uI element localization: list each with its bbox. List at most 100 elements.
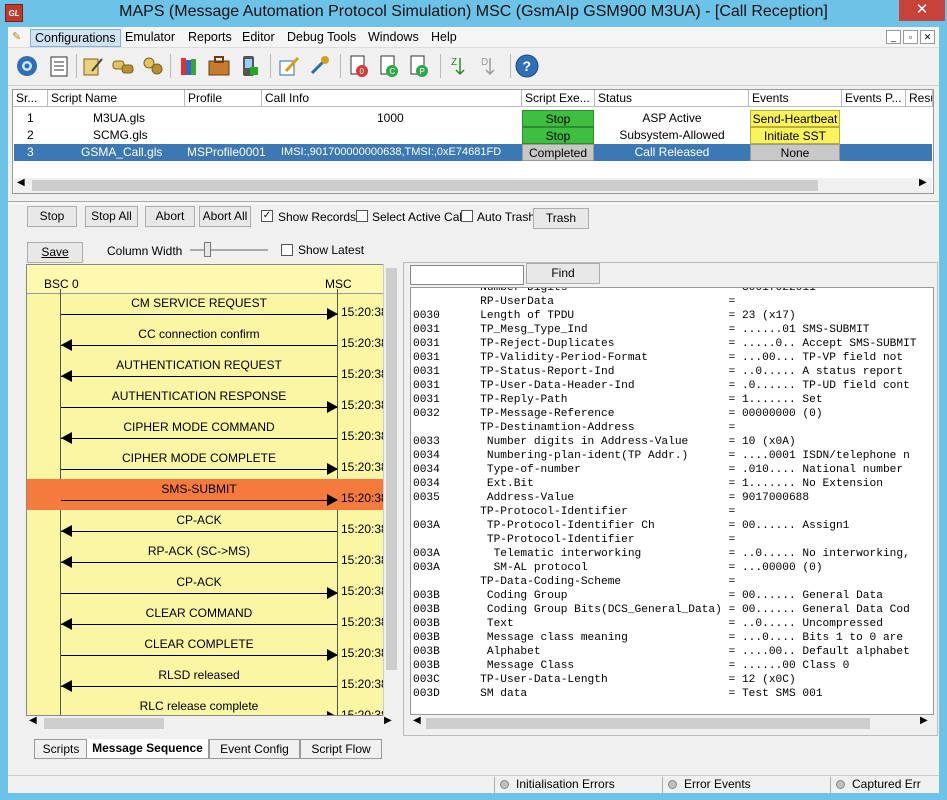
- window-close-button[interactable]: ✕: [899, 0, 945, 21]
- sequence-message-row[interactable]: RP-ACK (SC->MS) 15:20:38.: [27, 541, 391, 572]
- sequence-message-row[interactable]: SMS-SUBMIT 15:20:38.: [27, 479, 391, 510]
- tab-message-sequence[interactable]: Message Sequence: [86, 739, 209, 759]
- status-error-events[interactable]: Error Events: [662, 777, 822, 793]
- mdi-close-button[interactable]: ✕: [920, 30, 935, 44]
- show-latest-checkbox[interactable]: [281, 244, 293, 256]
- show-records-checkbox[interactable]: ✓: [261, 210, 273, 222]
- stop-button[interactable]: Stop: [27, 206, 77, 227]
- notebook-icon[interactable]: [46, 53, 72, 79]
- trash-button[interactable]: Trash: [533, 208, 589, 229]
- find-button[interactable]: Find: [526, 263, 600, 284]
- scroll-left-icon[interactable]: ◀: [17, 177, 25, 188]
- link-icon[interactable]: [110, 53, 136, 79]
- menu-debug-tools[interactable]: Debug Tools: [283, 29, 360, 47]
- briefcase-icon[interactable]: [206, 53, 232, 79]
- abort-all-button[interactable]: Abort All: [199, 206, 251, 227]
- script-edit-icon[interactable]: [80, 53, 106, 79]
- books-icon[interactable]: [176, 53, 202, 79]
- grid-scroll-thumb[interactable]: [32, 180, 818, 191]
- row-2-stop-button[interactable]: Stop: [522, 127, 594, 144]
- stop-all-button[interactable]: Stop All: [85, 206, 138, 227]
- message-line: [61, 593, 337, 594]
- tab-event-config[interactable]: Event Config: [209, 739, 300, 759]
- sequence-message-row[interactable]: CP-ACK 15:20:38.: [27, 572, 391, 603]
- row-3-event-button[interactable]: None: [750, 144, 840, 161]
- sequence-message-row[interactable]: CIPHER MODE COMPLETE 15:20:38.: [27, 448, 391, 479]
- decode-line: 0031 TP_Mesg_Type_Ind = ......01 SMS-SUB…: [413, 324, 870, 336]
- sequence-scroll-thumb[interactable]: [386, 268, 397, 670]
- sequence-horizontal-scrollbar[interactable]: ◀ ▶: [26, 715, 398, 731]
- seq-scroll-left-icon[interactable]: ◀: [29, 715, 37, 726]
- status-initialisation-errors[interactable]: Initialisation Errors: [494, 777, 656, 793]
- row-2-event-button[interactable]: Initiate SST: [750, 127, 840, 144]
- col-header-events-p[interactable]: Events P...: [842, 90, 906, 107]
- row-1-stop-button[interactable]: Stop: [522, 110, 594, 127]
- menu-configurations[interactable]: Configurations: [30, 29, 121, 47]
- column-width-slider-track[interactable]: [190, 249, 268, 251]
- mdi-minimize-button[interactable]: _: [886, 30, 901, 44]
- tab-script-flow[interactable]: Script Flow: [300, 739, 382, 759]
- decode-line: TP-Protocol-Identifier =: [413, 534, 742, 546]
- sequence-message-row[interactable]: CC connection confirm 15:20:38.: [27, 324, 391, 355]
- menu-reports[interactable]: Reports: [184, 29, 236, 47]
- save-button[interactable]: Save: [27, 242, 83, 263]
- sequence-message-row[interactable]: CIPHER MODE COMMAND 15:20:38.: [27, 417, 391, 448]
- scroll-right-icon[interactable]: ▶: [919, 177, 927, 188]
- col-header-events[interactable]: Events: [749, 90, 842, 107]
- menu-windows[interactable]: Windows: [364, 29, 423, 47]
- seq-scroll-right-icon[interactable]: ▶: [384, 715, 392, 726]
- col-header-profile[interactable]: Profile: [185, 90, 262, 107]
- select-active-call-checkbox[interactable]: [356, 210, 368, 222]
- message-label: RP-ACK (SC->MS): [147, 544, 251, 558]
- sequence-message-row[interactable]: CP-ACK 15:20:38.: [27, 510, 391, 541]
- col-header-script-name[interactable]: Script Name: [48, 90, 185, 107]
- decode-scroll-left-icon[interactable]: ◀: [413, 715, 421, 726]
- column-width-slider-thumb[interactable]: [204, 242, 211, 257]
- row-2-script[interactable]: SCMG.gls: [93, 127, 148, 144]
- abort-button[interactable]: Abort: [145, 206, 195, 227]
- row-1-script[interactable]: M3UA.gls: [93, 110, 145, 127]
- grid-horizontal-scrollbar[interactable]: ◀ ▶: [14, 177, 932, 193]
- row-3-script[interactable]: GSMA_Call.gls: [81, 144, 162, 161]
- menu-editor[interactable]: Editor: [238, 29, 279, 47]
- col-header-status[interactable]: Status: [595, 90, 749, 107]
- col-header-result[interactable]: Resu: [906, 90, 933, 107]
- tab-scripts[interactable]: Scripts: [34, 739, 88, 759]
- status-captured-errors[interactable]: Captured Err: [830, 777, 939, 793]
- menu-help[interactable]: Help: [427, 29, 461, 47]
- stop-script-icon[interactable]: 0: [346, 53, 372, 79]
- col-header-script-exe[interactable]: Script Exe...: [522, 90, 595, 107]
- find-input[interactable]: [410, 265, 524, 285]
- debug-tool-icon[interactable]: [306, 53, 332, 79]
- sequence-message-row[interactable]: RLSD released 15:20:38.: [27, 665, 391, 696]
- seq-hscroll-thumb[interactable]: [44, 718, 164, 729]
- sequence-message-row[interactable]: CM SERVICE REQUEST 15:20:38: [27, 293, 388, 324]
- configuration-gear-icon[interactable]: [14, 53, 40, 79]
- sequence-vertical-scrollbar[interactable]: [383, 264, 399, 716]
- splitter[interactable]: [8, 201, 939, 204]
- row-1-event-button[interactable]: Send-Heartbeat: [750, 110, 840, 127]
- window-title: MAPS (Message Automation Protocol Simula…: [119, 3, 828, 20]
- help-icon[interactable]: ?: [514, 53, 540, 79]
- sort-disabled-icon[interactable]: D: [476, 53, 502, 79]
- sequence-message-row[interactable]: RLC release complete 15:20:38: [27, 696, 388, 715]
- sequence-message-row[interactable]: CLEAR COMPLETE 15:20:38.: [27, 634, 391, 665]
- sequence-message-row[interactable]: CLEAR COMMAND 15:20:38.: [27, 603, 391, 634]
- col-header-call-info[interactable]: Call Info: [262, 90, 522, 107]
- decode-hscroll-thumb[interactable]: [426, 718, 870, 729]
- phone-lock-icon[interactable]: [236, 53, 262, 79]
- edit-pen-icon[interactable]: [276, 53, 302, 79]
- chain-icon[interactable]: [140, 53, 166, 79]
- mdi-restore-button[interactable]: ▫: [903, 30, 918, 44]
- menu-emulator[interactable]: Emulator: [121, 29, 179, 47]
- row-3-exe-status[interactable]: Completed: [522, 144, 594, 161]
- continue-script-icon[interactable]: C: [376, 53, 402, 79]
- pause-script-icon[interactable]: P: [406, 53, 432, 79]
- decode-scroll-right-icon[interactable]: ▶: [920, 715, 928, 726]
- sort-az-icon[interactable]: Z: [446, 53, 472, 79]
- auto-trash-checkbox[interactable]: [461, 210, 473, 222]
- sequence-message-row[interactable]: AUTHENTICATION RESPONSE 15:20:38.: [27, 386, 391, 417]
- col-header-sr[interactable]: Sr...: [13, 90, 48, 107]
- sequence-message-row[interactable]: AUTHENTICATION REQUEST 15:20:38.: [27, 355, 391, 386]
- decode-horizontal-scrollbar[interactable]: ◀ ▶: [410, 715, 934, 731]
